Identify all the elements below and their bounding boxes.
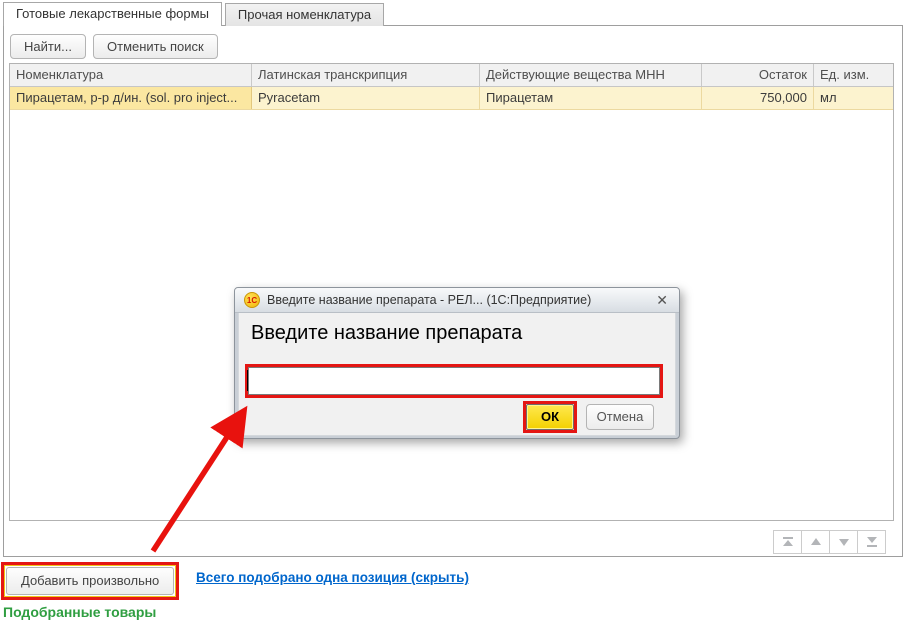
move-to-top-button[interactable] [773,530,802,554]
tab-other-nomenclature[interactable]: Прочая номенклатура [225,3,384,26]
move-to-bottom-icon [865,536,879,548]
tab-bar: Готовые лекарственные формы Прочая номен… [3,2,384,26]
dialog-body: Введите название препарата ОК Отмена [238,313,676,436]
add-arbitrary-button[interactable]: Добавить произвольно [6,567,174,595]
move-to-top-icon [781,536,795,548]
dialog-heading: Введите название препарата [251,322,522,345]
column-header-nomenclature[interactable]: Номенклатура [10,64,252,86]
row-move-toolbar [774,530,886,554]
move-up-icon [809,536,823,548]
move-to-bottom-button[interactable] [857,530,886,554]
close-icon[interactable]: ✕ [654,293,670,307]
drug-name-input-annotation [245,364,663,398]
1c-logo-icon: 1С [244,292,260,308]
cell-nomenclature[interactable]: Пирацетам, р-р д/ин. (sol. pro inject... [10,87,252,109]
dialog-title: Введите название препарата - РЕЛ... (1С:… [267,293,647,307]
selection-summary-link[interactable]: Всего подобрано одна позиция (скрыть) [196,570,469,585]
cancel-search-button[interactable]: Отменить поиск [93,34,218,59]
add-button-annotation: Добавить произвольно [1,562,179,600]
cell-latin[interactable]: Pyracetam [252,87,480,109]
cancel-button[interactable]: Отмена [586,404,654,430]
column-header-unit[interactable]: Ед. изм. [814,64,893,86]
drug-name-input[interactable] [248,367,660,395]
enter-drug-name-dialog: 1С Введите название препарата - РЕЛ... (… [234,287,680,439]
ok-button-annotation: ОК [523,401,577,433]
cell-unit[interactable]: мл [814,87,893,109]
move-up-button[interactable] [801,530,830,554]
cell-balance[interactable]: 750,000 [702,87,814,109]
find-button[interactable]: Найти... [10,34,86,59]
table-header-row: Номенклатура Латинская транскрипция Дейс… [10,64,893,87]
table-row[interactable]: Пирацетам, р-р д/ин. (sol. pro inject...… [10,87,893,110]
ok-button[interactable]: ОК [526,404,574,430]
tab-ready-dosage-forms[interactable]: Готовые лекарственные формы [3,2,222,26]
move-down-icon [837,536,851,548]
column-header-inn[interactable]: Действующие вещества МНН [480,64,702,86]
column-header-balance[interactable]: Остаток [702,64,814,86]
cell-inn[interactable]: Пирацетам [480,87,702,109]
move-down-button[interactable] [829,530,858,554]
text-caret [247,370,248,391]
column-header-latin[interactable]: Латинская транскрипция [252,64,480,86]
dialog-title-bar[interactable]: 1С Введите название препарата - РЕЛ... (… [235,288,679,313]
picked-goods-label: Подобранные товары [3,604,156,620]
